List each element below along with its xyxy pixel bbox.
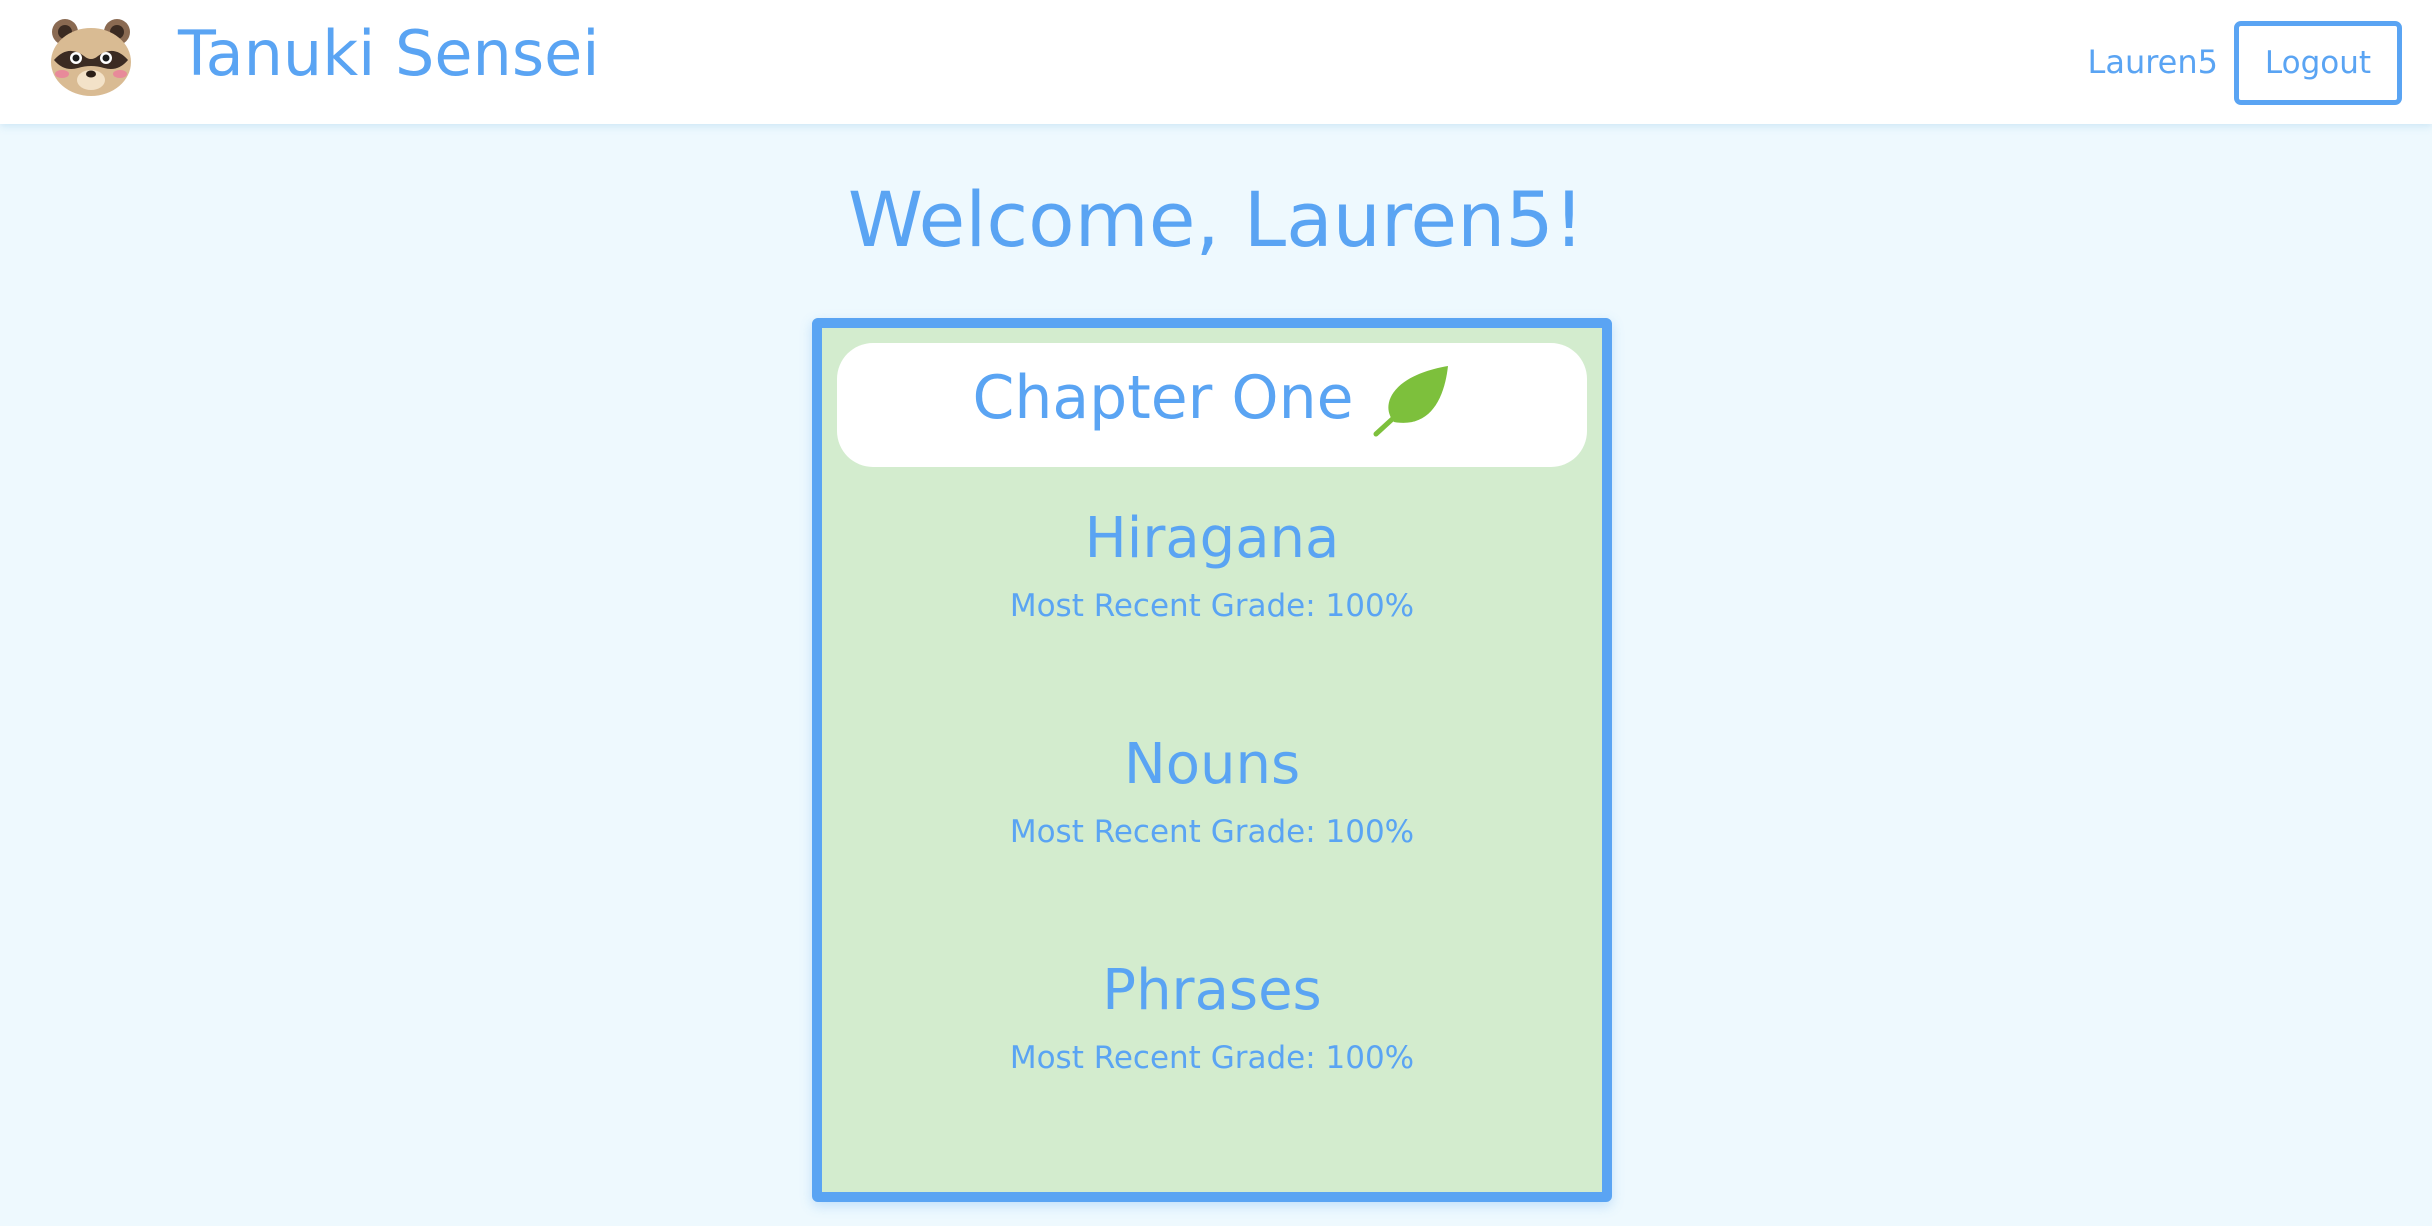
navbar: Tanuki Sensei Lauren5 Logout (0, 0, 2432, 124)
leaf-icon (1373, 366, 1448, 437)
lesson-title: Nouns (1123, 732, 1301, 797)
grade-value: 100% (1325, 588, 1415, 624)
chapter-header: Chapter One (837, 343, 1587, 467)
brand-title[interactable]: Tanuki Sensei (178, 14, 600, 94)
grade-label: Most Recent Grade: (1009, 814, 1326, 850)
grade-label: Most Recent Grade: (1009, 1040, 1326, 1076)
welcome-heading: Welcome, Lauren5! (847, 175, 1585, 264)
lesson-phrases[interactable]: Phrases Most Recent Grade: 100% (822, 956, 1602, 1078)
lesson-title: Hiragana (1084, 506, 1340, 571)
lesson-grade: Most Recent Grade: 100% (822, 812, 1602, 852)
logout-button[interactable]: Logout (2234, 21, 2402, 105)
grade-value: 100% (1325, 1040, 1415, 1076)
lesson-nouns[interactable]: Nouns Most Recent Grade: 100% (822, 730, 1602, 852)
grade-value: 100% (1325, 814, 1415, 850)
lesson-title: Phrases (1102, 958, 1322, 1023)
grade-label: Most Recent Grade: (1009, 588, 1326, 624)
chapter-card: Chapter One Hiragana Most Recent Grade: … (812, 318, 1612, 1202)
nav-username-link[interactable]: Lauren5 (2088, 40, 2219, 84)
lesson-grade: Most Recent Grade: 100% (822, 1038, 1602, 1078)
lesson-hiragana[interactable]: Hiragana Most Recent Grade: 100% (822, 504, 1602, 626)
lesson-grade: Most Recent Grade: 100% (822, 586, 1602, 626)
tanuki-logo-icon[interactable] (48, 16, 134, 98)
chapter-title: Chapter One (972, 363, 1354, 433)
